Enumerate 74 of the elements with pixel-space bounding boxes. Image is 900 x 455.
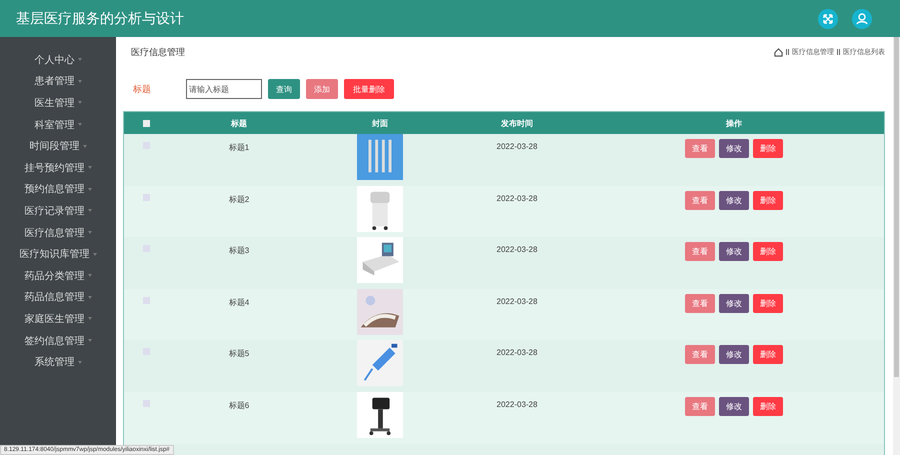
sidebar-item[interactable]: 预约信息管理 — [24, 182, 84, 196]
delete-button[interactable]: 删除 — [753, 190, 783, 210]
scrollbar[interactable] — [893, 37, 900, 455]
edit-button[interactable]: 修改 — [719, 139, 749, 158]
table-cell: 标题6 — [228, 400, 250, 411]
sidebar-item[interactable]: 签约信息管理 — [24, 334, 84, 348]
sidebar-item[interactable]: 医疗记录管理 — [24, 204, 84, 218]
table-cell: 2022-03-28 — [496, 348, 538, 358]
caret-icon — [78, 58, 82, 62]
table-cell: 标题1 — [228, 142, 250, 153]
table-cell: 标题4 — [228, 296, 250, 308]
table-cell: 标题3 — [228, 245, 250, 256]
sidebar-item[interactable]: 药品信息管理 — [24, 290, 84, 304]
caret-icon — [88, 231, 92, 234]
caret-icon — [78, 123, 82, 126]
search-field[interactable]: 请输入标题 — [186, 79, 262, 99]
search-button[interactable]: 查询 — [268, 79, 300, 99]
table-cell: 2022-03-28 — [496, 142, 538, 151]
edit-button[interactable]: 修改 — [719, 294, 749, 313]
table-cell: 2022-03-28 — [496, 194, 538, 203]
delete-button[interactable]: 批量删除 — [344, 79, 394, 99]
caret-icon — [88, 209, 92, 212]
separator-mark — [786, 49, 789, 55]
table-cell: 标题5 — [228, 348, 250, 360]
sidebar-item[interactable]: 个人中心 — [34, 52, 74, 67]
table-cell: 2022-03-28 — [496, 296, 538, 306]
search-label: 标题 — [133, 82, 152, 96]
app-title: 基层医疗服务的分析与设计 — [16, 10, 184, 28]
table-cell: 2022-03-28 — [496, 400, 538, 409]
caret-icon — [78, 101, 82, 104]
column-header[interactable]: 标题 — [231, 118, 247, 128]
row-checkbox[interactable] — [142, 400, 150, 407]
sidebar-item[interactable]: 医生管理 — [34, 96, 74, 110]
caret-icon — [78, 80, 82, 83]
caret-icon — [78, 360, 82, 364]
edit-button[interactable]: 修改 — [719, 190, 749, 210]
caret-icon — [88, 339, 92, 342]
edit-button[interactable]: 修改 — [719, 396, 749, 416]
user-icon[interactable] — [852, 8, 872, 28]
page-title: 医疗信息管理 — [131, 46, 185, 58]
row-checkbox[interactable] — [142, 296, 150, 304]
sidebar-item[interactable]: 时间段管理 — [30, 139, 80, 154]
sidebar-item[interactable]: 医疗信息管理 — [24, 226, 84, 240]
home-icon[interactable] — [774, 48, 783, 56]
fullscreen-icon[interactable] — [818, 8, 838, 28]
sidebar-item[interactable]: 系统管理 — [34, 355, 74, 370]
caret-icon — [82, 144, 86, 148]
sidebar-item[interactable]: 家庭医生管理 — [24, 312, 84, 326]
sidebar-item[interactable]: 科室管理 — [34, 118, 74, 132]
delete-button[interactable]: 删除 — [753, 345, 783, 364]
caret-icon — [92, 252, 96, 256]
column-header[interactable]: 封面 — [372, 118, 388, 128]
sidebar-item[interactable]: 医疗知识库管理 — [20, 247, 90, 262]
table-cell: 2022-03-28 — [496, 245, 538, 254]
delete-button[interactable]: 删除 — [753, 294, 783, 313]
caret-icon — [88, 166, 92, 170]
edit-button[interactable]: 修改 — [719, 345, 749, 364]
edit-button[interactable]: 修改 — [719, 242, 749, 262]
delete-button[interactable]: 删除 — [753, 396, 783, 416]
sidebar-item[interactable]: 患者管理 — [34, 74, 74, 88]
caret-icon — [88, 317, 92, 320]
column-header[interactable]: 发布时间 — [501, 118, 533, 128]
caret-icon — [88, 296, 92, 299]
row-checkbox[interactable] — [142, 194, 150, 201]
table-cell: 标题2 — [228, 194, 250, 205]
delete-button[interactable]: 删除 — [753, 242, 783, 262]
select-all-checkbox[interactable] — [142, 120, 150, 126]
sidebar-item[interactable]: 挂号预约管理 — [24, 160, 84, 175]
delete-button[interactable]: 删除 — [753, 139, 783, 158]
separator-mark — [837, 49, 840, 55]
caret-icon — [88, 188, 92, 191]
column-header: 操作 — [726, 118, 742, 128]
caret-icon — [88, 274, 92, 278]
sidebar-item[interactable]: 药品分类管理 — [24, 268, 84, 283]
